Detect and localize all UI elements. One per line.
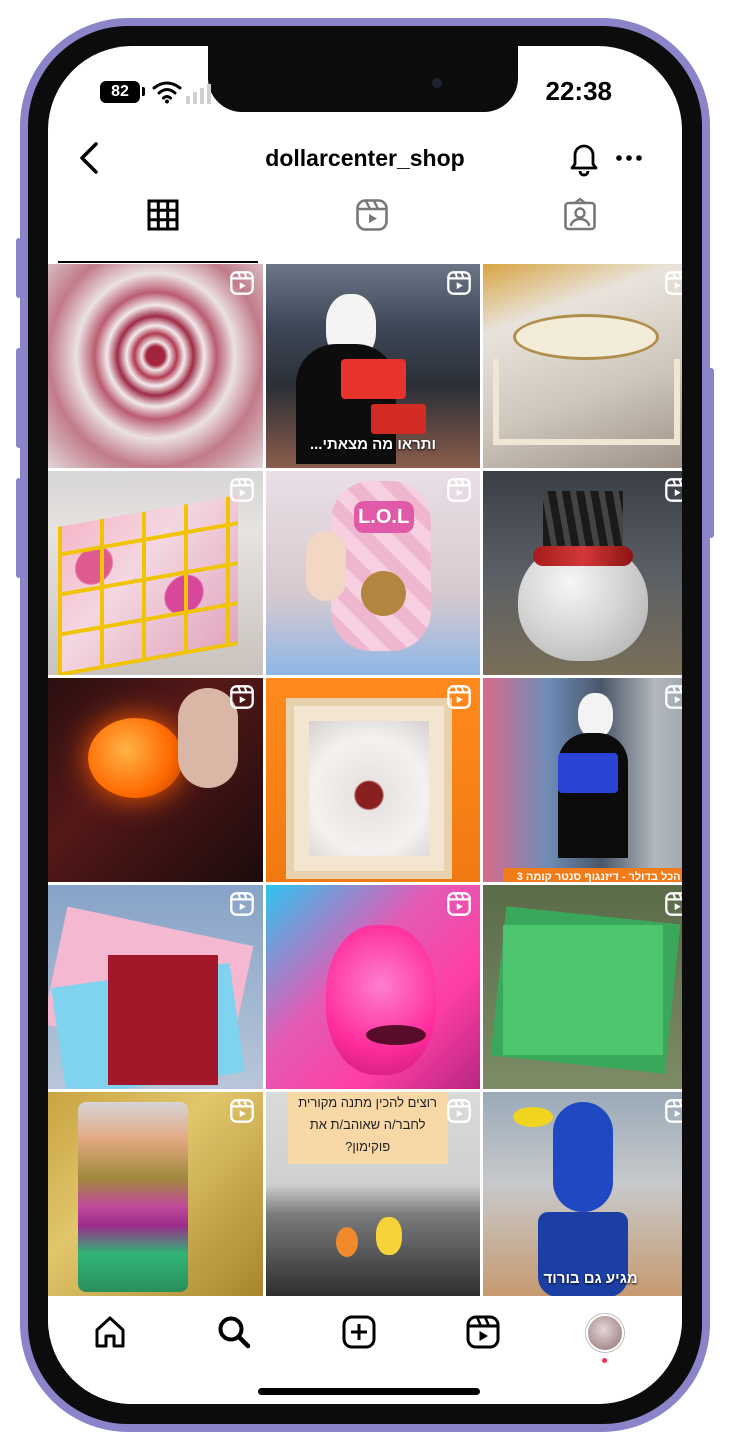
scream-mask <box>578 693 614 738</box>
reel-badge-icon <box>447 1099 472 1123</box>
front-camera <box>432 78 442 88</box>
posts-grid: ותראו מה מצאתי... L.O.L הכל בדולר - דיזנ… <box>48 264 682 1296</box>
lol-logo: L.O.L <box>353 501 414 533</box>
battery-indicator: 82 <box>100 81 140 103</box>
post-caption: רוצים להכין מתנה מקורית לחבר/ה שאוהב/ת א… <box>298 1095 438 1154</box>
notification-bell-icon[interactable] <box>566 138 602 178</box>
post-tile-scream-basket[interactable]: הכל בדולר - דיזנגוף סנטר קומה 3 <box>483 678 682 882</box>
pikachu-figure <box>375 1217 402 1255</box>
reels-icon[interactable] <box>465 1314 501 1350</box>
post-tile-tie-dye[interactable] <box>48 264 263 468</box>
cellular-signal-icon <box>186 84 211 104</box>
doll-face <box>360 571 406 616</box>
oval-sign <box>513 314 660 360</box>
plush-mouth <box>365 1025 426 1045</box>
more-options-icon[interactable] <box>614 146 644 170</box>
black-robe <box>558 733 629 858</box>
wooden-box <box>285 698 452 879</box>
red-basket <box>340 359 406 399</box>
reel-badge-icon <box>447 271 472 295</box>
post-tile-sequins[interactable] <box>48 1092 263 1296</box>
screen: 82 22:38 dollarcenter_shop ותראו מה מצאת… <box>48 46 682 1404</box>
posts-grid-tab-icon[interactable] <box>146 198 180 232</box>
post-tile-pink-plush[interactable] <box>265 885 481 1089</box>
power-button <box>708 368 714 538</box>
mute-switch <box>16 238 22 298</box>
profile-avatar[interactable] <box>586 1314 624 1363</box>
reel-badge-icon <box>447 685 472 709</box>
sequin-card <box>78 1102 188 1292</box>
post-tile-skull-planter[interactable] <box>483 471 682 675</box>
home-icon[interactable] <box>92 1314 128 1350</box>
charmander-figure <box>335 1227 358 1257</box>
reel-badge-icon <box>447 892 472 916</box>
red-notebook <box>108 955 218 1085</box>
home-indicator <box>258 1388 480 1395</box>
green-notebook-front <box>503 925 664 1055</box>
hand <box>305 531 346 601</box>
reel-badge-icon <box>229 685 254 709</box>
notch <box>208 46 518 112</box>
severed-finger <box>308 721 429 856</box>
reel-badge-icon <box>665 1099 682 1123</box>
blue-basket <box>558 753 619 793</box>
reel-badge-icon <box>665 892 682 916</box>
post-tile-scream-costume[interactable]: ותראו מה מצאתי... <box>265 264 481 468</box>
reel-badge-icon <box>447 478 472 502</box>
bead-organizer <box>58 495 238 675</box>
blue-plush <box>553 1102 614 1212</box>
post-tile-pumpkin-lamp[interactable] <box>48 678 263 882</box>
reel-badge-icon <box>229 271 254 295</box>
reel-badge-icon <box>229 1099 254 1123</box>
create-post-icon[interactable] <box>341 1314 377 1350</box>
status-time: 22:38 <box>545 76 613 106</box>
pink-plush <box>325 925 436 1075</box>
wooden-frame <box>493 359 681 445</box>
reel-badge-icon <box>665 478 682 502</box>
notification-dot <box>602 1358 607 1363</box>
search-icon[interactable] <box>216 1314 252 1350</box>
volume-down-button <box>16 478 22 578</box>
volume-up-button <box>16 348 22 448</box>
reel-badge-icon <box>665 685 682 709</box>
red-basket-stack <box>370 404 426 434</box>
active-tab-indicator <box>58 261 258 263</box>
reels-tab-icon[interactable] <box>355 198 389 232</box>
post-tile-touch-notebooks[interactable] <box>48 885 263 1089</box>
tagged-tab-icon[interactable] <box>563 198 597 232</box>
wifi-icon <box>152 81 182 104</box>
reel-badge-icon <box>665 271 682 295</box>
post-caption: מגיע גם בורוד <box>543 1270 638 1287</box>
post-caption: הכל בדולר - דיזנגוף סנטר קומה 3 <box>503 868 682 882</box>
avatar-image <box>586 1314 624 1352</box>
black-spoons <box>543 491 624 546</box>
reel-badge-icon <box>229 478 254 502</box>
orange-pumpkin <box>88 718 183 798</box>
phone-frame: 82 22:38 dollarcenter_shop ותראו מה מצאת… <box>16 18 714 1432</box>
battery-level: 82 <box>111 83 129 100</box>
post-tile-campus-notebooks[interactable] <box>483 885 682 1089</box>
yellow-hand <box>513 1107 554 1127</box>
phone-bezel: 82 22:38 dollarcenter_shop ותראו מה מצאת… <box>28 26 702 1424</box>
battery-cap <box>142 87 145 96</box>
post-tile-display-stand[interactable] <box>483 264 682 468</box>
reel-badge-icon <box>229 892 254 916</box>
post-tile-finger-box[interactable] <box>265 678 481 882</box>
post-tile-lol-doll[interactable]: L.O.L <box>265 471 481 675</box>
post-caption: ותראו מה מצאתי... <box>309 436 437 453</box>
blood-drip <box>533 546 634 566</box>
post-tile-pokemon[interactable]: רוצים להכין מתנה מקורית לחבר/ה שאוהב/ת א… <box>265 1092 481 1296</box>
post-tile-huggy-wuggy[interactable]: מגיע גם בורוד <box>483 1092 682 1296</box>
post-tile-bead-box[interactable] <box>48 471 263 675</box>
